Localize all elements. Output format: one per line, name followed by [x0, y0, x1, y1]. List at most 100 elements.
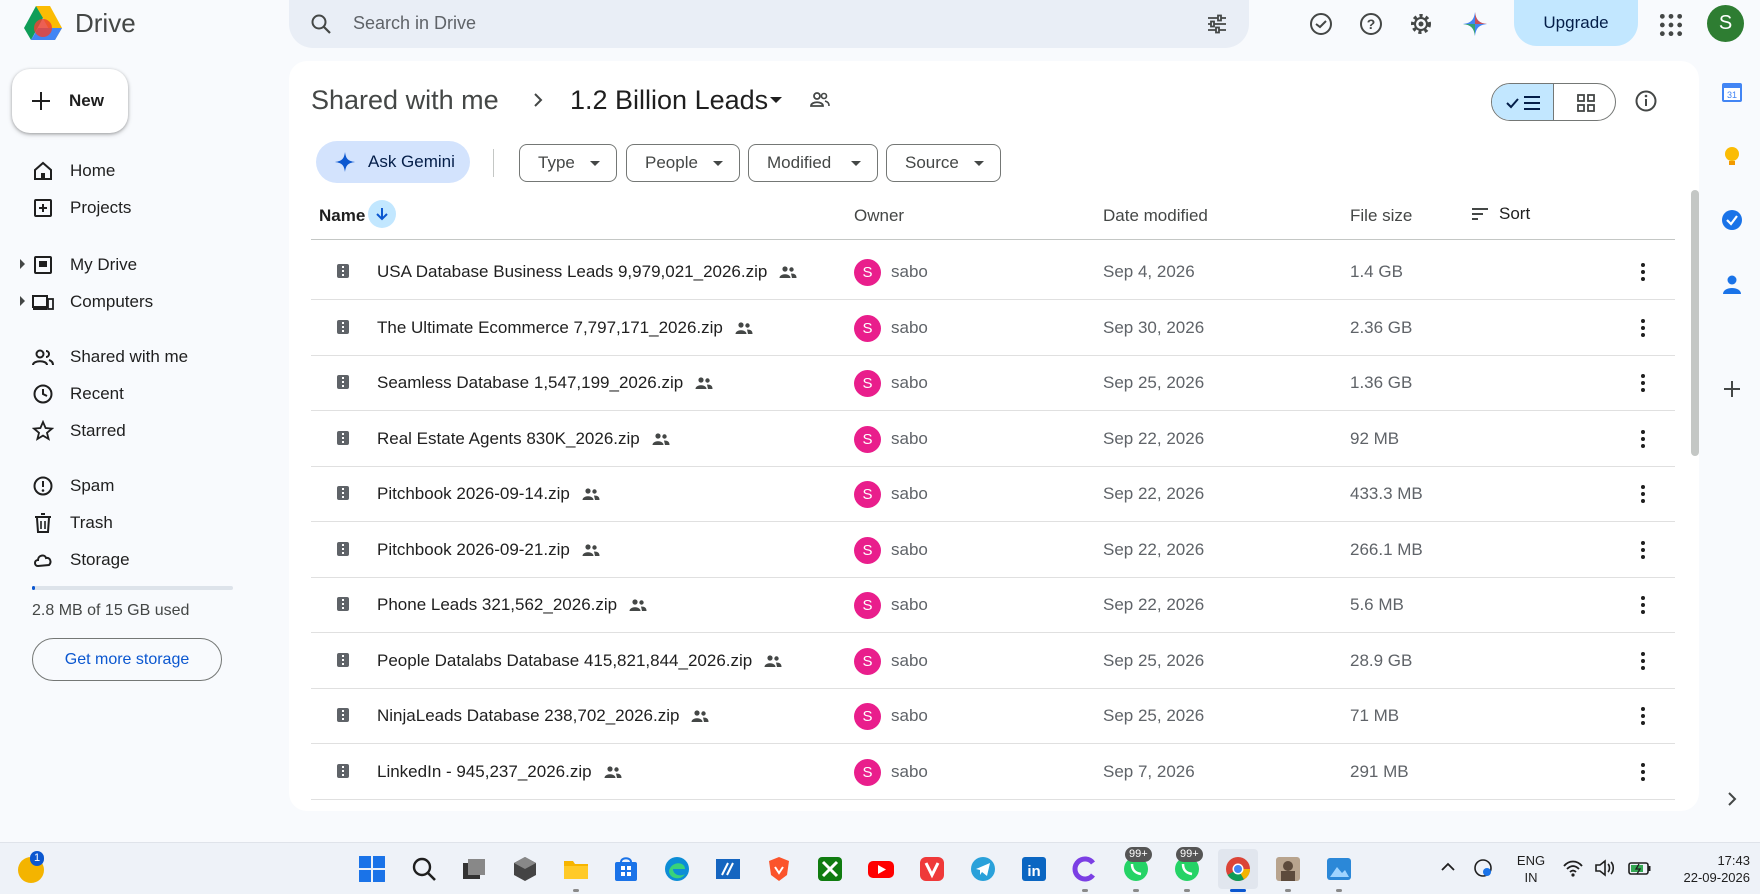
search-options-icon[interactable]: [1205, 12, 1229, 36]
more-actions-button[interactable]: [1640, 651, 1646, 676]
app-name[interactable]: Drive: [75, 8, 136, 39]
filter-chip-people[interactable]: People: [626, 144, 740, 182]
filter-chip-source[interactable]: Source: [886, 144, 1001, 182]
sidebar-item-computers[interactable]: Computers: [0, 284, 260, 318]
volume-icon[interactable]: [1594, 858, 1616, 878]
more-actions-button[interactable]: [1640, 262, 1646, 287]
linkedin-icon[interactable]: in: [1020, 855, 1048, 883]
column-header-date-modified[interactable]: Date modified: [1103, 206, 1208, 226]
sidebar-item-spam[interactable]: Spam: [0, 468, 260, 502]
onedrive-status-icon[interactable]: [1472, 857, 1494, 879]
new-button[interactable]: New: [12, 69, 128, 133]
offline-status-icon[interactable]: [1308, 11, 1334, 37]
apps-grid-icon[interactable]: [1658, 12, 1684, 38]
expand-arrow-icon[interactable]: [20, 259, 25, 269]
file-name[interactable]: LinkedIn - 945,237_2026.zip: [377, 762, 622, 782]
sidebar-item-my-drive[interactable]: My Drive: [0, 247, 260, 281]
filter-chip-modified[interactable]: Modified: [748, 144, 878, 182]
table-row[interactable]: Pitchbook 2026-09-21.zip Ssabo Sep 22, 202…: [311, 523, 1675, 578]
drive-logo-icon[interactable]: [22, 4, 64, 44]
file-name[interactable]: Pitchbook 2026-09-14.zip: [377, 484, 600, 504]
scrollbar-thumb[interactable]: [1691, 190, 1699, 456]
language-indicator[interactable]: ENG IN: [1516, 852, 1546, 886]
sidebar-item-storage[interactable]: Storage: [0, 542, 260, 576]
canva-c-icon[interactable]: [1071, 855, 1099, 883]
column-header-name[interactable]: Name: [319, 206, 365, 226]
table-row[interactable]: Seamless Database 1,547,199_2026.zip Ssab…: [311, 356, 1675, 411]
chevron-up-icon[interactable]: [1438, 857, 1458, 877]
wifi-icon[interactable]: [1562, 858, 1584, 878]
caret-down-icon[interactable]: [770, 97, 782, 103]
text-editor-icon[interactable]: [714, 855, 742, 883]
column-header-file-size[interactable]: File size: [1350, 206, 1412, 226]
more-actions-button[interactable]: [1640, 484, 1646, 509]
brave-browser-icon[interactable]: [765, 855, 793, 883]
more-actions-button[interactable]: [1640, 762, 1646, 787]
list-view-button[interactable]: [1492, 84, 1554, 120]
file-name[interactable]: Phone Leads 321,562_2026.zip: [377, 595, 647, 615]
table-row[interactable]: USA Database Business Leads 9,979,021_20…: [311, 245, 1675, 300]
table-row[interactable]: LinkedIn - 945,237_2026.zip Ssabo Sep 7, 2…: [311, 745, 1675, 800]
telegram-icon[interactable]: [969, 855, 997, 883]
sort-button[interactable]: Sort: [1471, 204, 1530, 224]
view-toggle[interactable]: [1491, 83, 1616, 121]
expand-arrow-icon[interactable]: [20, 296, 25, 306]
clock[interactable]: 17:43 22-09-2026: [1680, 852, 1751, 886]
more-actions-button[interactable]: [1640, 318, 1646, 343]
table-row[interactable]: Pitchbook 2026-09-14.zip Ssabo Sep 22, 202…: [311, 467, 1675, 522]
table-row[interactable]: People Datalabs Database 415,821,844_202…: [311, 634, 1675, 689]
search-input[interactable]: Search in Drive: [353, 13, 476, 34]
vivaldi-browser-icon[interactable]: [918, 855, 946, 883]
more-actions-button[interactable]: [1640, 429, 1646, 454]
search-bar[interactable]: Search in Drive: [289, 0, 1249, 48]
account-avatar[interactable]: S: [1707, 5, 1744, 42]
more-actions-button[interactable]: [1640, 595, 1646, 620]
add-addon-plus-icon[interactable]: [1720, 377, 1744, 401]
app-cube-icon[interactable]: [511, 855, 539, 883]
windows-start-icon[interactable]: [358, 855, 386, 883]
file-name[interactable]: Pitchbook 2026-09-21.zip: [377, 540, 600, 560]
chevron-right-icon[interactable]: [1720, 787, 1744, 811]
search-icon[interactable]: [309, 12, 333, 36]
file-name[interactable]: NinjaLeads Database 238,702_2026.zip: [377, 706, 709, 726]
shared-folder-people-icon[interactable]: [809, 90, 831, 110]
file-name[interactable]: USA Database Business Leads 9,979,021_20…: [377, 262, 797, 282]
table-row[interactable]: The Ultimate Ecommerce 7,797,171_2026.zi…: [311, 301, 1675, 356]
more-actions-button[interactable]: [1640, 373, 1646, 398]
youtube-icon[interactable]: [867, 855, 895, 883]
sidebar-item-shared-with-me[interactable]: Shared with me: [0, 339, 260, 373]
microsoft-store-icon[interactable]: [612, 855, 640, 883]
ask-gemini-button[interactable]: Ask Gemini: [316, 141, 470, 183]
gemini-icon[interactable]: [1462, 11, 1488, 37]
info-icon[interactable]: [1634, 89, 1658, 113]
sort-direction-button[interactable]: [368, 200, 396, 228]
breadcrumb-parent[interactable]: Shared with me: [311, 85, 499, 116]
file-name[interactable]: Seamless Database 1,547,199_2026.zip: [377, 373, 713, 393]
page-title[interactable]: 1.2 Billion Leads: [570, 85, 768, 116]
photo-app-icon[interactable]: [1274, 855, 1302, 883]
file-name[interactable]: Real Estate Agents 830K_2026.zip: [377, 429, 670, 449]
table-row[interactable]: NinjaLeads Database 238,702_2026.zip Ssab…: [311, 689, 1675, 744]
filter-chip-type[interactable]: Type: [519, 144, 617, 182]
xbox-icon[interactable]: [816, 855, 844, 883]
upgrade-button[interactable]: Upgrade: [1514, 0, 1638, 46]
sidebar-item-starred[interactable]: Starred: [0, 413, 260, 447]
sidebar-item-trash[interactable]: Trash: [0, 505, 260, 539]
file-name[interactable]: People Datalabs Database 415,821,844_202…: [377, 651, 782, 671]
file-explorer-icon[interactable]: [562, 855, 590, 883]
get-more-storage-button[interactable]: Get more storage: [32, 638, 222, 681]
settings-gear-icon[interactable]: [1408, 11, 1434, 37]
more-actions-button[interactable]: [1640, 706, 1646, 731]
grid-view-button[interactable]: [1554, 84, 1615, 120]
task-view-icon[interactable]: [460, 855, 488, 883]
sidebar-item-projects[interactable]: Projects: [0, 190, 260, 224]
file-name[interactable]: The Ultimate Ecommerce 7,797,171_2026.zi…: [377, 318, 753, 338]
column-header-owner[interactable]: Owner: [854, 206, 904, 226]
calendar-icon[interactable]: 31: [1720, 80, 1744, 104]
taskbar-search-icon[interactable]: [410, 855, 438, 883]
contacts-icon[interactable]: [1720, 272, 1744, 296]
keep-icon[interactable]: [1720, 144, 1744, 168]
tasks-icon[interactable]: [1720, 208, 1744, 232]
table-row[interactable]: Real Estate Agents 830K_2026.zip Ssabo Sep…: [311, 412, 1675, 467]
sidebar-item-recent[interactable]: Recent: [0, 376, 260, 410]
